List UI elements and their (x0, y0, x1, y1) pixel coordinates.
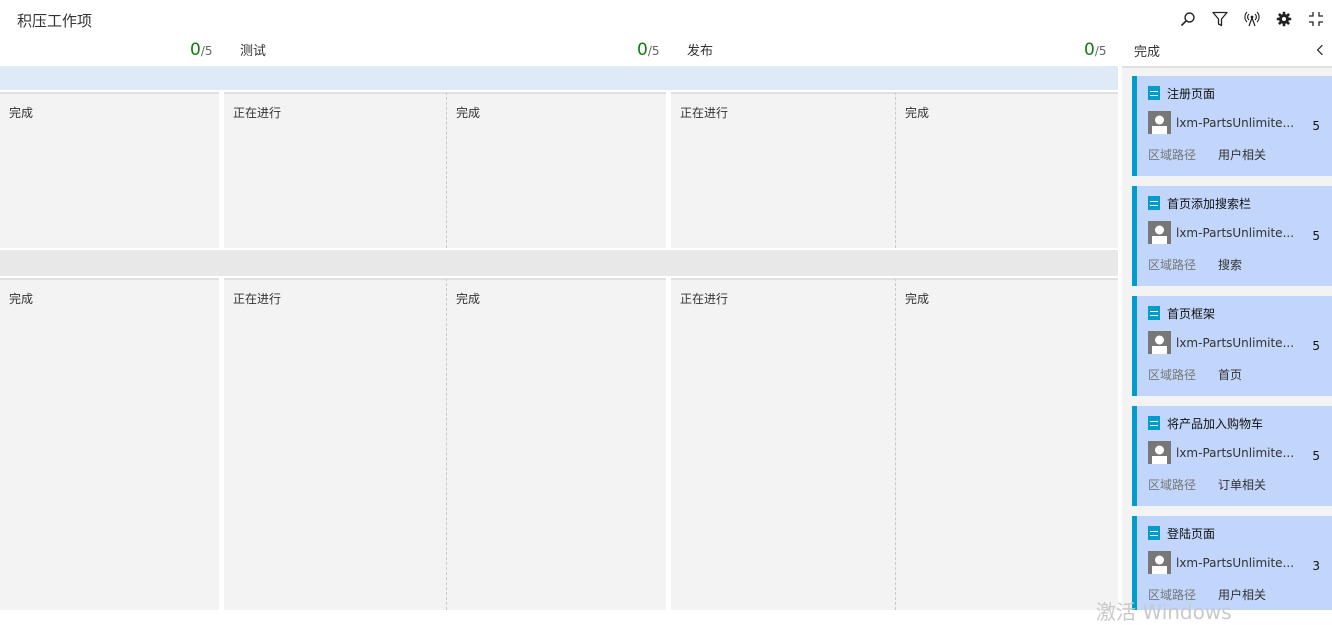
avatar[interactable] (1148, 221, 1171, 244)
subcolumn-label: 正在进行 (680, 292, 729, 306)
subcolumn-label: 完成 (905, 106, 930, 120)
card-assignee[interactable]: lxm-PartsUnlimite... (1176, 556, 1294, 570)
card-effort: 5 (1312, 449, 1320, 463)
user-story-icon (1148, 196, 1160, 210)
card-field-label: 区域路径 (1148, 478, 1197, 492)
board-cell[interactable]: 正在进行 (671, 92, 895, 248)
swimlane-separator[interactable] (0, 250, 1118, 276)
column-count-value: 0 (1084, 40, 1095, 60)
board-cell[interactable]: 完成 (895, 278, 1118, 610)
column-count: 0/5 (1084, 40, 1107, 60)
page-title: 积压工作项 (17, 12, 93, 30)
filter-icon[interactable] (1204, 8, 1236, 30)
toolbar (1172, 8, 1332, 30)
user-story-icon (1148, 416, 1160, 430)
card-assignee[interactable]: lxm-PartsUnlimite... (1176, 336, 1294, 350)
subcolumn-label: 正在进行 (233, 292, 282, 306)
chevron-left-icon[interactable] (1312, 40, 1328, 60)
avatar[interactable] (1148, 441, 1171, 464)
card-field-label: 区域路径 (1148, 258, 1197, 272)
user-story-icon (1148, 306, 1160, 320)
card-assignee[interactable]: lxm-PartsUnlimite... (1176, 446, 1294, 460)
subcolumn-label: 完成 (456, 106, 481, 120)
card-field-label: 区域路径 (1148, 148, 1197, 162)
card-field-value: 订单相关 (1218, 478, 1267, 492)
card-title[interactable]: 登陆页面 (1167, 525, 1215, 542)
board-cell[interactable]: 完成 (446, 92, 666, 248)
card-effort: 5 (1312, 229, 1320, 243)
column-header-release[interactable]: 发布 (687, 40, 713, 60)
user-story-icon (1148, 526, 1160, 540)
activation-watermark: 激活 Windows (1096, 600, 1232, 624)
card-title[interactable]: 首页框架 (1167, 305, 1215, 322)
work-item-card[interactable]: 首页添加搜索栏 lxm-PartsUnlimite... 5 区域路径 搜索 (1132, 186, 1332, 286)
subcolumn-label: 正在进行 (233, 106, 282, 120)
card-title[interactable]: 注册页面 (1167, 85, 1215, 102)
subcolumn-label: 完成 (456, 292, 481, 306)
done-panel-title: 完成 (1134, 45, 1161, 60)
board-cell[interactable]: 正在进行 (224, 92, 446, 248)
board-cell[interactable]: 正在进行 (224, 278, 446, 610)
column-count-limit: /5 (647, 44, 660, 58)
card-field-value: 搜索 (1218, 258, 1243, 272)
column-count-limit: /5 (1094, 44, 1107, 58)
column-count: 0/5 (190, 40, 213, 60)
subcolumn-label: 完成 (9, 292, 34, 306)
board-cell[interactable]: 完成 (446, 278, 666, 610)
card-effort: 3 (1312, 559, 1320, 573)
card-field-value: 首页 (1218, 368, 1243, 382)
subcolumn-label: 完成 (905, 292, 930, 306)
column-count-value: 0 (190, 40, 201, 60)
card-title[interactable]: 将产品加入购物车 (1167, 415, 1263, 432)
work-item-card[interactable]: 将产品加入购物车 lxm-PartsUnlimite... 5 区域路径 订单相… (1132, 406, 1332, 506)
card-field-value: 用户相关 (1218, 148, 1267, 162)
avatar[interactable] (1148, 551, 1171, 574)
board-cell[interactable]: 正在进行 (671, 278, 895, 610)
avatar[interactable] (1148, 331, 1171, 354)
column-count-limit: /5 (200, 44, 213, 58)
gear-icon[interactable] (1268, 8, 1300, 30)
card-title[interactable]: 首页添加搜索栏 (1167, 195, 1251, 212)
card-effort: 5 (1312, 339, 1320, 353)
subcolumn-label: 正在进行 (680, 106, 729, 120)
column-count-value: 0 (637, 40, 648, 60)
column-header-test[interactable]: 测试 (240, 40, 266, 60)
board-cell[interactable]: 完成 (0, 278, 219, 610)
work-item-card[interactable]: 首页框架 lxm-PartsUnlimite... 5 区域路径 首页 (1132, 296, 1332, 396)
fullscreen-icon[interactable] (1300, 8, 1332, 30)
search-icon[interactable] (1172, 8, 1204, 30)
user-story-icon (1148, 86, 1160, 100)
avatar[interactable] (1148, 111, 1171, 134)
work-item-card[interactable]: 注册页面 lxm-PartsUnlimite... 5 区域路径 用户相关 (1132, 76, 1332, 176)
subcolumn-label: 完成 (9, 106, 34, 120)
swimlane-header[interactable] (0, 66, 1118, 90)
card-assignee[interactable]: lxm-PartsUnlimite... (1176, 226, 1294, 240)
card-effort: 5 (1312, 119, 1320, 133)
card-assignee[interactable]: lxm-PartsUnlimite... (1176, 116, 1294, 130)
column-count: 0/5 (637, 40, 660, 60)
live-updates-icon[interactable] (1236, 8, 1268, 30)
board-cell[interactable]: 完成 (0, 92, 219, 248)
board-cell[interactable]: 完成 (895, 92, 1118, 248)
done-panel-header: 完成 (1122, 40, 1332, 64)
card-field-label: 区域路径 (1148, 368, 1197, 382)
